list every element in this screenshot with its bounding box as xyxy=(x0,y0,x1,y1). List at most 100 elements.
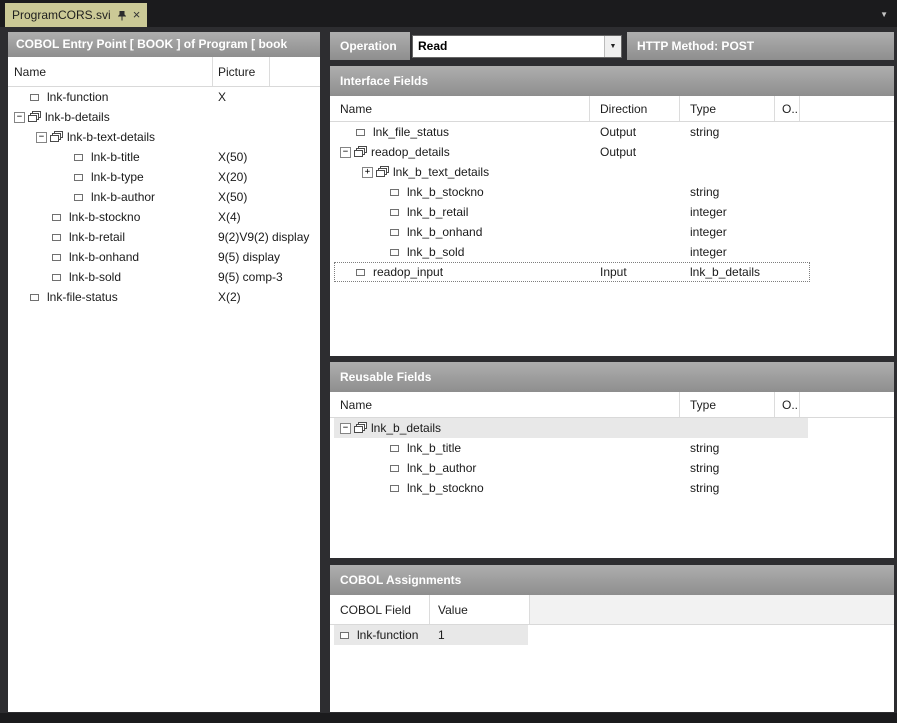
table-row[interactable]: lnk-file-statusX(2) xyxy=(8,287,320,307)
table-row[interactable]: −lnk-b-text-details xyxy=(8,127,320,147)
table-row[interactable]: lnk-b-stockno X(4) xyxy=(8,207,320,227)
table-row[interactable]: − readop_details Output xyxy=(330,142,894,162)
name-cell: lnk-b-stockno xyxy=(8,207,213,227)
name-cell: lnk-b-type xyxy=(8,167,213,187)
service-interface-panel: Operation Read ▼ HTTP Method: POST Inter… xyxy=(330,32,894,712)
collapse-icon[interactable]: − xyxy=(14,112,25,123)
collapse-icon[interactable]: − xyxy=(340,423,351,434)
type-cell: string xyxy=(680,438,775,458)
direction-cell: Output xyxy=(590,122,680,142)
name-cell: lnk-b-retail xyxy=(8,227,213,247)
occurs-cell xyxy=(775,222,800,242)
pin-icon[interactable] xyxy=(117,10,127,21)
field-icon xyxy=(74,174,87,181)
field-icon xyxy=(390,189,403,196)
table-row[interactable]: −lnk_b_details xyxy=(330,418,894,438)
row-label: lnk_file_status xyxy=(373,125,449,139)
table-row[interactable]: lnk-b-retail9(2)V9(2) display xyxy=(8,227,320,247)
row-label: lnk-b-stockno xyxy=(69,210,140,224)
value-column-header[interactable]: Value xyxy=(430,595,530,624)
name-cell: lnk_b_retail xyxy=(330,202,590,222)
table-row[interactable]: lnk_b_onhandinteger xyxy=(330,222,894,242)
picture-column-header[interactable]: Picture xyxy=(213,57,270,86)
tab-programcors-svi[interactable]: ProgramCORS.svi × xyxy=(5,3,147,27)
collapse-icon[interactable]: − xyxy=(340,147,351,158)
table-row[interactable]: + lnk_b_text_details xyxy=(330,162,894,182)
name-column-header[interactable]: Name xyxy=(330,392,680,417)
table-row[interactable]: lnk_b_stocknostring xyxy=(330,478,894,498)
table-row[interactable]: lnk_b_stocknostring xyxy=(330,182,894,202)
type-cell: string xyxy=(680,478,775,498)
type-cell xyxy=(680,162,775,182)
field-icon xyxy=(52,274,65,281)
type-column-header[interactable]: Type xyxy=(680,96,775,121)
expand-icon[interactable]: + xyxy=(362,167,373,178)
picture-cell: 9(5) display xyxy=(213,247,320,267)
name-cell: lnk-function xyxy=(8,87,213,107)
name-cell: lnk-b-sold xyxy=(8,267,213,287)
table-row[interactable]: lnk_b_retailinteger xyxy=(330,202,894,222)
direction-cell: Output xyxy=(590,142,680,162)
value-cell: 1 xyxy=(430,625,530,645)
column-header-filler xyxy=(270,57,321,86)
row-label: lnk-b-details xyxy=(45,110,110,124)
name-column-header[interactable]: Name xyxy=(330,96,590,121)
occurs-cell xyxy=(775,142,800,162)
name-cell: lnk-b-author xyxy=(8,187,213,207)
field-icon xyxy=(52,254,65,261)
operation-select[interactable]: Read ▼ xyxy=(412,35,622,58)
occurs-cell xyxy=(775,182,800,202)
direction-column-header[interactable]: Direction xyxy=(590,96,680,121)
table-row[interactable]: lnk_b_title string xyxy=(330,438,894,458)
name-cell: lnk_b_sold xyxy=(330,242,590,262)
table-row[interactable]: lnk-b-sold9(5) comp-3 xyxy=(8,267,320,287)
table-row[interactable]: lnk-b-titleX(50) xyxy=(8,147,320,167)
table-row[interactable]: lnk_b_authorstring xyxy=(330,458,894,478)
occurs-column-header[interactable]: O... xyxy=(775,392,800,417)
table-row[interactable]: lnk-function1 xyxy=(330,625,894,645)
interface-fields-rows: lnk_file_status Outputstring − readop_detai… xyxy=(330,122,894,282)
combo-dropdown-icon[interactable]: ▼ xyxy=(604,36,621,57)
table-row[interactable]: readop_inputInputlnk_b_details xyxy=(330,262,894,282)
table-row[interactable]: lnk-b-author X(50) xyxy=(8,187,320,207)
collapse-icon[interactable]: − xyxy=(36,132,47,143)
tab-list-dropdown-icon[interactable]: ▼ xyxy=(880,10,888,19)
picture-cell xyxy=(213,107,320,127)
panel-splitter[interactable] xyxy=(320,32,330,712)
row-label: lnk-b-author xyxy=(91,190,155,204)
name-cell: −lnk_b_details xyxy=(330,418,680,438)
name-cell: − readop_details xyxy=(330,142,590,162)
field-column-header[interactable]: COBOL Field xyxy=(330,595,430,624)
cobol-assignments-table: COBOL FieldValue lnk-function1 xyxy=(330,595,894,712)
reusable-fields-header: Reusable Fields xyxy=(330,362,894,392)
cobol-assignments-header: COBOL Assignments xyxy=(330,565,894,595)
table-row[interactable]: lnk-b-typeX(20) xyxy=(8,167,320,187)
table-row[interactable]: lnk_file_status Outputstring xyxy=(330,122,894,142)
cobol-entry-point-panel: COBOL Entry Point [ BOOK ] of Program [ … xyxy=(8,32,320,712)
close-icon[interactable]: × xyxy=(133,8,141,21)
group-record-icon xyxy=(28,111,41,123)
name-column-header[interactable]: Name xyxy=(8,57,213,86)
table-row[interactable]: − lnk-b-details xyxy=(8,107,320,127)
type-column-header[interactable]: Type xyxy=(680,392,775,417)
table-row[interactable]: lnk-b-onhand9(5) display xyxy=(8,247,320,267)
type-cell xyxy=(680,142,775,162)
row-label: lnk_b_title xyxy=(407,441,461,455)
operation-bar: Operation Read ▼ HTTP Method: POST xyxy=(330,32,894,60)
picture-cell: X(20) xyxy=(213,167,320,187)
operation-selected-value: Read xyxy=(413,39,604,53)
group-record-icon xyxy=(354,422,367,434)
type-cell: string xyxy=(680,122,775,142)
table-row[interactable]: lnk-functionX xyxy=(8,87,320,107)
field-icon xyxy=(390,485,403,492)
picture-cell: X xyxy=(213,87,320,107)
picture-cell: X(50) xyxy=(213,187,320,207)
occurs-column-header[interactable]: O... xyxy=(775,96,800,121)
row-label: readop_details xyxy=(371,145,450,159)
status-bar xyxy=(0,713,897,723)
table-row[interactable]: lnk_b_soldinteger xyxy=(330,242,894,262)
name-cell: lnk-b-onhand xyxy=(8,247,213,267)
picture-cell: X(4) xyxy=(213,207,320,227)
row-label: lnk_b_text_details xyxy=(393,165,489,179)
document-tab-bar: ProgramCORS.svi × ▼ xyxy=(0,0,897,27)
